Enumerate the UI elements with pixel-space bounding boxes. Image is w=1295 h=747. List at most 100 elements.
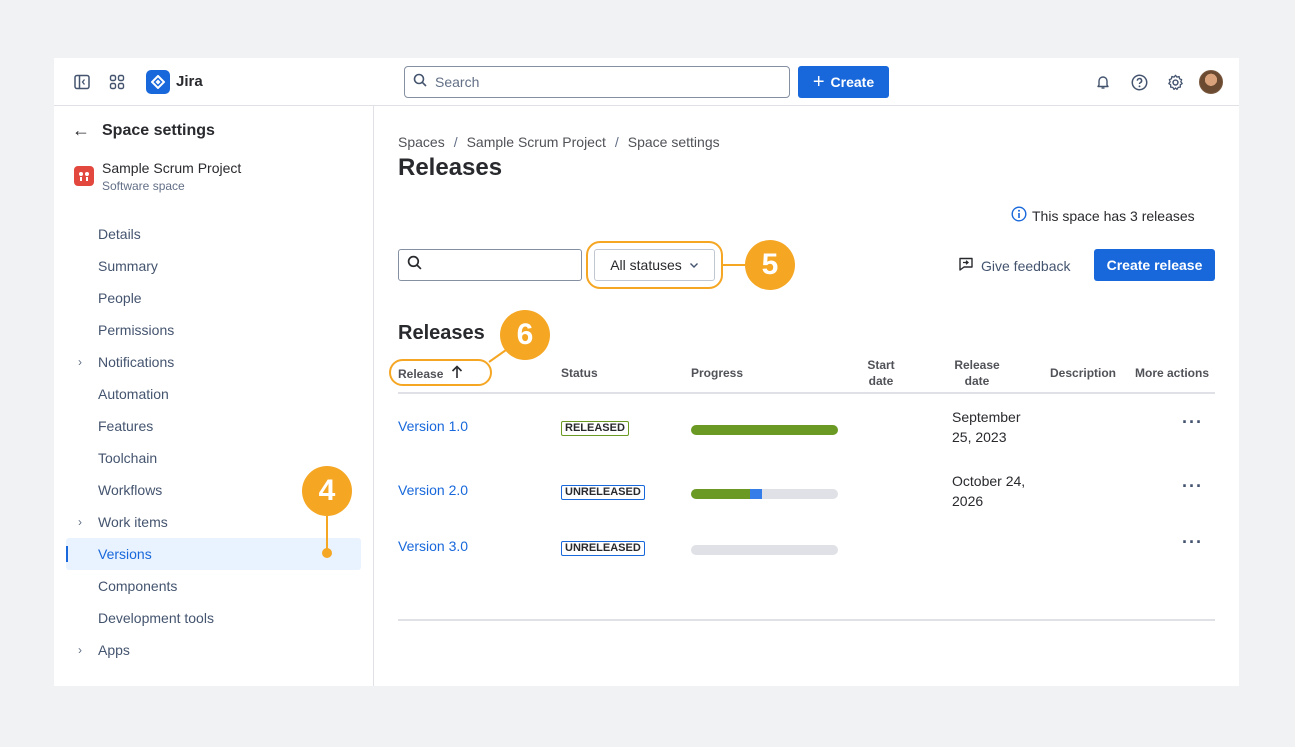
sidebar-item-label: Permissions [98,322,175,338]
sidebar-item-label: Features [98,418,154,434]
sidebar-item-features[interactable]: Features [66,410,361,442]
sidebar-item-label: Versions [98,546,152,562]
releases-section-title: Releases [398,322,485,344]
info-icon [1011,206,1027,225]
release-search[interactable] [398,249,582,281]
project-name: Sample Scrum Project [102,160,242,176]
table-bottom-divider [398,619,1215,621]
back-arrow-icon[interactable]: ← [72,120,90,141]
column-header-status[interactable]: Status [561,365,598,381]
column-header-start-date[interactable]: Start date [861,357,901,389]
callout-badge: 5 [745,240,795,290]
status-badge: UNRELEASED [561,485,645,500]
callout-dot [322,548,332,558]
project-icon [74,166,94,186]
column-header-description: Description [1050,366,1117,380]
sidebar-item-apps[interactable]: › Apps [66,634,361,666]
release-progress-bar [691,425,838,435]
main-content: Spaces / Sample Scrum Project / Space se… [374,106,1239,686]
page-title: Releases [398,154,503,181]
sidebar-item-label: Apps [98,642,130,658]
search-icon [413,73,427,92]
search-input[interactable] [435,74,755,90]
column-header-progress[interactable]: Progress [691,365,743,381]
sidebar-item-label: Notifications [98,354,175,370]
sidebar-item-people[interactable]: People [66,282,361,314]
give-feedback-label: Give feedback [981,257,1071,274]
app-switcher-icon[interactable] [106,71,128,93]
progress-in-progress-segment [749,489,762,499]
global-search[interactable] [404,66,790,98]
sidebar-item-label: Work items [98,514,168,530]
sidebar-item-label: Toolchain [98,450,158,466]
release-link[interactable]: Version 2.0 [398,482,468,498]
callout-badge: 6 [500,310,550,360]
breadcrumb-space-settings[interactable]: Space settings [628,134,720,150]
gear-icon[interactable] [1164,71,1186,93]
sidebar-item-label: Components [98,578,178,594]
project-type: Software space [102,179,185,193]
app-window: Jira + Create ← Space settings Sample Sc [54,58,1239,686]
more-actions-icon[interactable]: ··· [1182,476,1203,497]
status-badge: RELEASED [561,421,629,436]
sidebar-item-label: Summary [98,258,158,274]
breadcrumb-separator: / [614,134,619,150]
release-search-input[interactable] [428,257,578,273]
breadcrumb-spaces[interactable]: Spaces [398,134,445,150]
jira-logo-icon[interactable] [146,70,170,94]
status-badge: UNRELEASED [561,541,645,556]
more-actions-icon[interactable]: ··· [1182,532,1203,553]
chevron-right-icon[interactable]: › [78,355,82,369]
sidebar-item-notifications[interactable]: › Notifications [66,346,361,378]
breadcrumb-project[interactable]: Sample Scrum Project [467,134,606,150]
avatar[interactable] [1199,70,1223,94]
release-link[interactable]: Version 3.0 [398,538,468,554]
sidebar-item-label: Workflows [98,482,163,498]
release-date: September 25, 2023 [952,409,1021,445]
status-filter-highlight [586,241,723,289]
search-icon [407,255,422,275]
top-bar: Jira + Create [54,58,1239,106]
release-date: October 24, 2026 [952,473,1026,509]
breadcrumb: Spaces / Sample Scrum Project / Space se… [398,134,720,150]
chevron-right-icon[interactable]: › [78,643,82,657]
sidebar-item-details[interactable]: Details [66,218,361,250]
sidebar-item-permissions[interactable]: Permissions [66,314,361,346]
sidebar: ← Space settings Sample Scrum Project So… [54,106,374,686]
create-release-button[interactable]: Create release [1094,249,1215,281]
sidebar-item-versions[interactable]: Versions [66,538,361,570]
sidebar-item-label: Automation [98,386,169,402]
sidebar-item-summary[interactable]: Summary [66,250,361,282]
create-button[interactable]: + Create [798,66,889,98]
table-header-divider [398,392,1215,394]
release-progress-bar [691,489,838,499]
release-sort-highlight [389,359,492,386]
sidebar-item-automation[interactable]: Automation [66,378,361,410]
column-header-more-actions: More actions [1135,366,1210,380]
sidebar-item-components[interactable]: Components [66,570,361,602]
sidebar-item-label: People [98,290,142,306]
info-text: This space has 3 releases [1032,207,1195,224]
progress-done-segment [691,425,838,435]
sidebar-title: Space settings [102,122,215,139]
release-link[interactable]: Version 1.0 [398,418,468,434]
sidebar-toggle-icon[interactable] [71,71,93,93]
feedback-icon [958,256,974,275]
sidebar-item-development-tools[interactable]: Development tools [66,602,361,634]
plus-icon: + [812,71,825,93]
more-actions-icon[interactable]: ··· [1182,412,1203,433]
release-count-info: This space has 3 releases [1011,206,1195,225]
help-icon[interactable] [1128,71,1150,93]
breadcrumb-separator: / [453,134,458,150]
callout-connector [723,264,745,266]
give-feedback-button[interactable]: Give feedback [958,256,1071,275]
callout-badge: 4 [302,466,352,516]
chevron-right-icon[interactable]: › [78,515,82,529]
progress-done-segment [691,489,750,499]
column-header-release-date[interactable]: Release date [952,357,1002,389]
release-progress-bar [691,545,838,555]
sidebar-item-label: Details [98,226,141,242]
notifications-bell-icon[interactable] [1092,71,1114,93]
app-name[interactable]: Jira [176,73,203,90]
sidebar-item-label: Development tools [98,610,214,626]
